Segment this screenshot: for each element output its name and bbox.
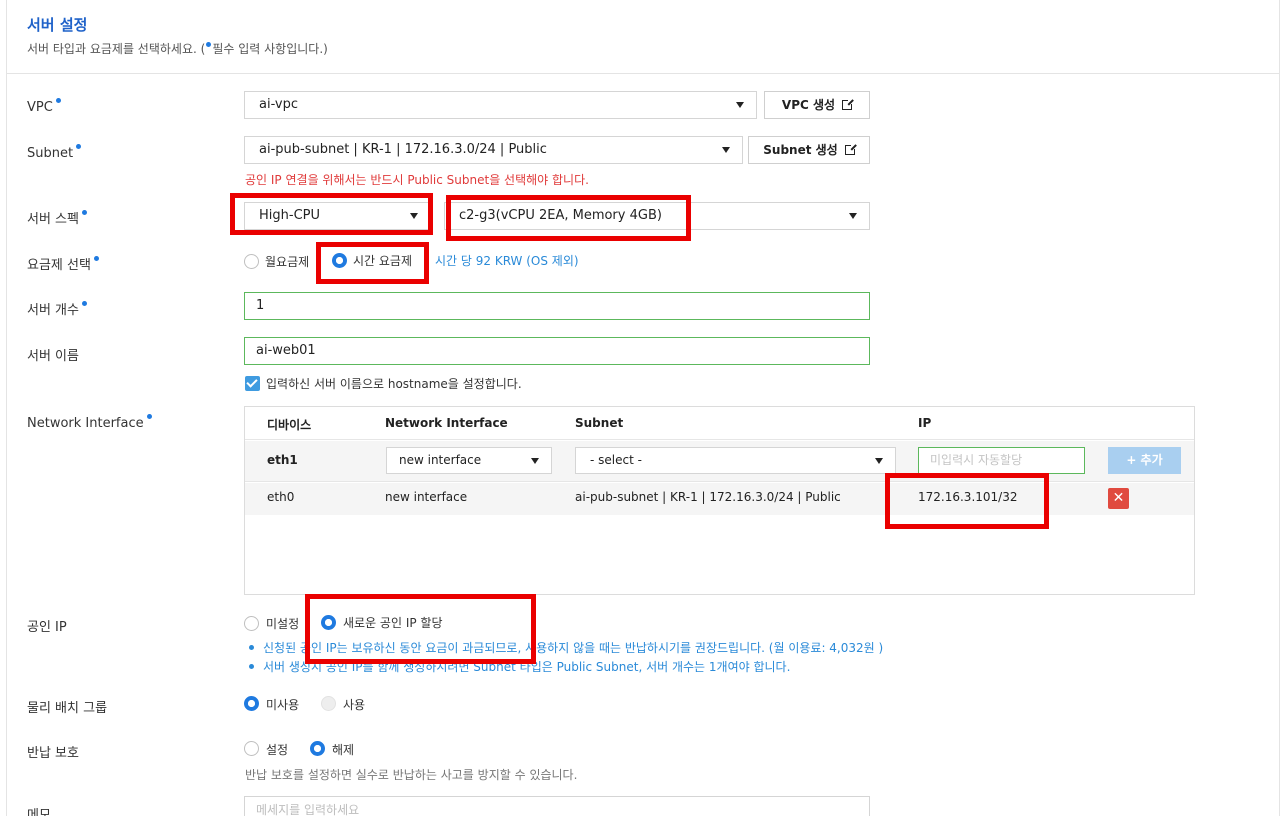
new-row-ip-input[interactable]: 미입력시 자동할당	[918, 447, 1085, 474]
subnet-label: Subnet	[27, 144, 82, 161]
subnet-select-value: ai-pub-subnet | KR-1 | 172.16.3.0/24 | P…	[259, 142, 547, 157]
server-spec-value: c2-g3(vCPU 2EA, Memory 4GB)	[459, 208, 662, 223]
protection-on-label: 설정	[266, 743, 289, 757]
subnet-warning: 공인 IP 연결을 위해서는 반드시 Public Subnet을 선택해야 합…	[245, 173, 589, 187]
memo-label: 메모	[27, 808, 51, 816]
new-row-device: eth1	[267, 453, 298, 467]
row-interface: new interface	[385, 490, 468, 504]
hostname-checkbox[interactable]	[245, 376, 260, 391]
protection-on-radio[interactable]	[244, 741, 259, 756]
chevron-down-icon	[531, 458, 539, 464]
chevron-down-icon	[736, 102, 744, 108]
public-ip-label: 공인 IP	[27, 620, 67, 635]
server-spec-label: 서버 스펙	[27, 208, 87, 227]
row-subnet: ai-pub-subnet | KR-1 | 172.16.3.0/24 | P…	[575, 490, 841, 504]
server-type-value: High-CPU	[259, 208, 321, 223]
page-title: 서버 설정	[27, 16, 88, 34]
placement-group-label: 물리 배치 그룹	[27, 701, 108, 716]
server-name-input[interactable]: ai-web01	[244, 337, 870, 365]
header-divider	[6, 73, 1280, 74]
column-header-ip: IP	[918, 416, 932, 430]
billing-label-text: 요금제 선택	[27, 258, 91, 273]
required-dot-icon	[206, 42, 212, 47]
subtitle-text: 서버 타입과 요금제를 선택하세요. (	[27, 42, 206, 56]
server-spec-select[interactable]: c2-g3(vCPU 2EA, Memory 4GB)	[444, 202, 870, 230]
placement-unused-label: 미사용	[266, 698, 300, 712]
page-subtitle: 서버 타입과 요금제를 선택하세요. ( 필수 입력 사항입니다.)	[27, 40, 328, 57]
hostname-checkbox-label: 입력하신 서버 이름으로 hostname을 설정합니다.	[266, 377, 522, 391]
public-ip-new-label: 새로운 공인 IP 할당	[343, 616, 443, 630]
billing-price-note: 시간 당 92 KRW (OS 제외)	[435, 254, 579, 268]
row-ip: 172.16.3.101/32	[918, 490, 1018, 504]
chevron-down-icon	[410, 213, 418, 219]
protection-off-label: 해제	[332, 743, 355, 757]
subtitle-text-end: 필수 입력 사항입니다.)	[212, 42, 328, 56]
termination-protection-label: 반납 보호	[27, 746, 79, 761]
subnet-create-button[interactable]: Subnet 생성	[748, 136, 870, 164]
server-name-label: 서버 이름	[27, 349, 79, 364]
server-type-select[interactable]: High-CPU	[244, 202, 431, 230]
new-row-subnet-value: - select -	[590, 453, 642, 467]
vpc-label: VPC	[27, 98, 61, 115]
subnet-label-text: Subnet	[27, 146, 74, 161]
placement-unused-radio[interactable]	[244, 696, 259, 711]
server-count-label: 서버 개수	[27, 299, 87, 318]
row-device: eth0	[267, 490, 295, 504]
vpc-label-text: VPC	[27, 100, 53, 115]
column-header-interface: Network Interface	[385, 416, 508, 430]
delete-interface-button[interactable]: ✕	[1108, 488, 1129, 509]
new-row-interface-select[interactable]: new interface	[386, 447, 552, 474]
required-dot-icon	[81, 301, 87, 306]
billing-label: 요금제 선택	[27, 254, 99, 273]
billing-hourly-label: 시간 요금제	[353, 254, 413, 268]
public-ip-none-label: 미설정	[266, 617, 300, 631]
required-dot-icon	[93, 256, 99, 261]
vpc-create-label: VPC 생성	[781, 98, 836, 112]
billing-monthly-radio[interactable]	[244, 254, 259, 269]
new-row-subnet-select[interactable]: - select -	[575, 447, 896, 474]
public-ip-none-radio[interactable]	[244, 616, 259, 631]
external-link-icon	[844, 143, 857, 155]
server-spec-label-text: 서버 스펙	[27, 212, 79, 227]
add-interface-button[interactable]: + 추가	[1108, 447, 1181, 474]
subnet-create-label: Subnet 생성	[763, 143, 838, 157]
required-dot-icon	[55, 98, 61, 103]
protection-off-radio[interactable]	[310, 741, 325, 756]
server-count-input[interactable]: 1	[244, 292, 870, 320]
billing-hourly-radio[interactable]	[332, 253, 347, 268]
required-dot-icon	[146, 414, 152, 419]
column-header-subnet: Subnet	[575, 416, 624, 430]
required-dot-icon	[81, 210, 87, 215]
chevron-down-icon	[849, 213, 857, 219]
external-link-icon	[842, 98, 855, 110]
public-ip-note-1: 신청된 공인 IP는 보유하신 동안 요금이 과금되므로, 사용하지 않을 때는…	[248, 641, 884, 655]
server-count-label-text: 서버 개수	[27, 303, 79, 318]
public-ip-note-2: 서버 생성시 공인 IP를 함께 생성하시려면 Subnet 타입은 Publi…	[248, 660, 791, 674]
termination-protection-hint: 반납 보호를 설정하면 실수로 반납하는 사고를 방지할 수 있습니다.	[245, 768, 578, 782]
required-dot-icon	[76, 144, 82, 149]
network-interface-label: Network Interface	[27, 414, 152, 431]
new-row-interface-value: new interface	[399, 453, 482, 467]
vpc-select-value: ai-vpc	[259, 97, 299, 112]
billing-monthly-label: 월요금제	[265, 255, 310, 269]
placement-used-label: 사용	[343, 698, 366, 712]
subnet-select[interactable]: ai-pub-subnet | KR-1 | 172.16.3.0/24 | P…	[244, 136, 743, 164]
chevron-down-icon	[875, 458, 883, 464]
column-header-device: 디바이스	[267, 418, 312, 432]
vpc-create-button[interactable]: VPC 생성	[764, 91, 870, 119]
network-interface-label-text: Network Interface	[27, 416, 144, 431]
chevron-down-icon	[722, 147, 730, 153]
memo-input[interactable]: 메세지를 입력하세요	[244, 796, 870, 816]
public-ip-new-radio[interactable]	[321, 615, 336, 630]
vpc-select[interactable]: ai-vpc	[244, 91, 757, 119]
placement-used-radio[interactable]	[321, 696, 336, 711]
